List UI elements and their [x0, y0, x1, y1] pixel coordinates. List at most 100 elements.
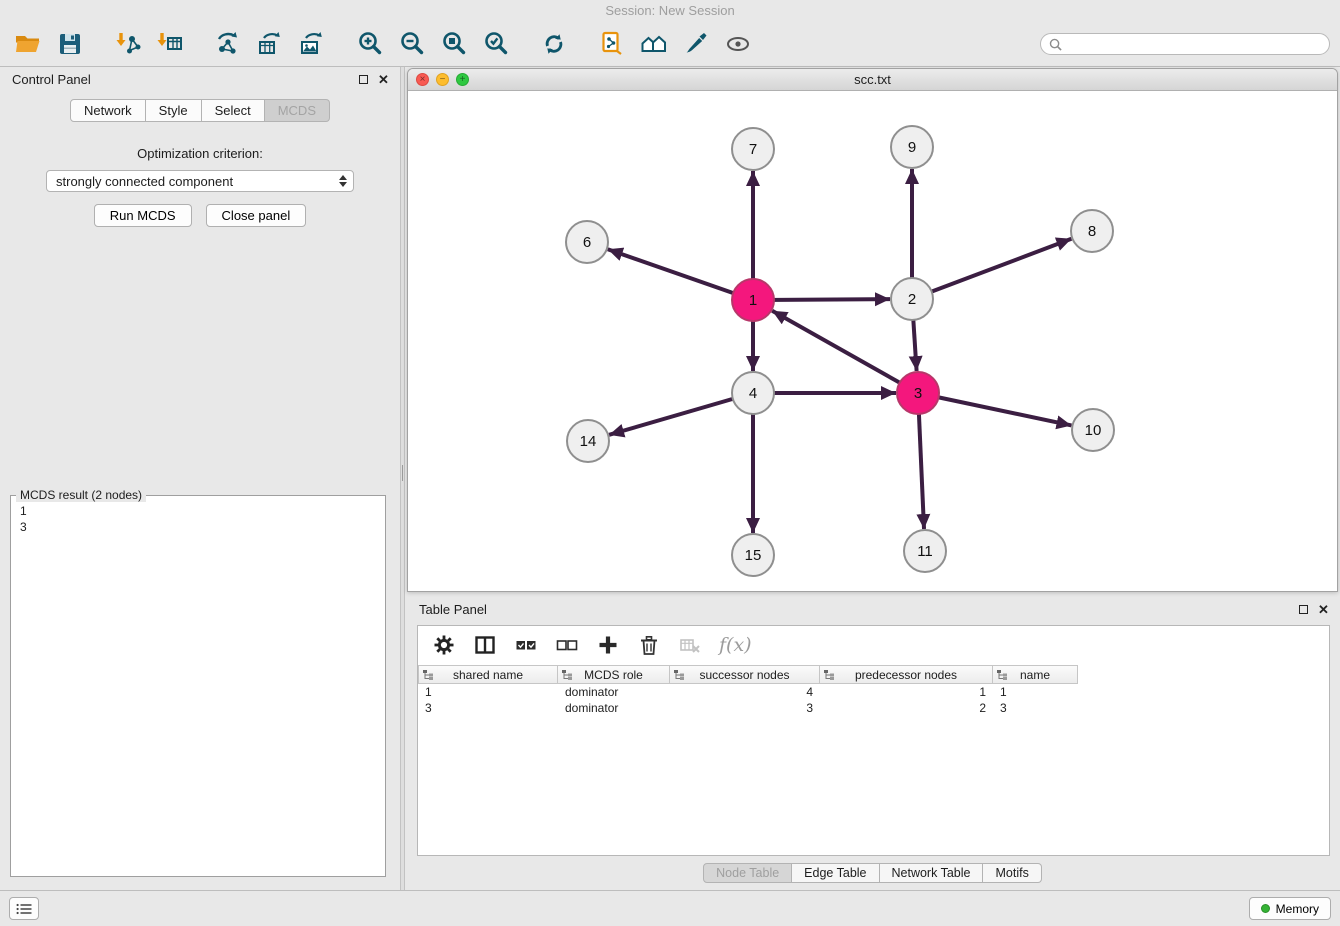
column-header-successor-nodes[interactable]: successor nodes — [670, 665, 820, 684]
window-controls: × − + — [416, 73, 469, 86]
graph-edge-3-1[interactable] — [772, 311, 918, 393]
window-titlebar: Session: New Session — [0, 0, 1340, 22]
memory-label: Memory — [1276, 902, 1319, 916]
export-image-icon — [298, 30, 326, 58]
graph-edge-1-6[interactable] — [608, 249, 753, 300]
column-header-predecessor-nodes[interactable]: predecessor nodes — [820, 665, 993, 684]
tab-motifs[interactable]: Motifs — [983, 863, 1041, 883]
control-panel-title: Control Panel — [12, 72, 91, 87]
memory-status-icon — [1261, 904, 1270, 913]
task-history-button[interactable] — [9, 897, 39, 920]
table-cell: 3 — [418, 701, 558, 715]
import-table-button[interactable] — [152, 27, 188, 61]
float-panel-icon[interactable] — [357, 73, 370, 86]
memory-button[interactable]: Memory — [1249, 897, 1331, 920]
tab-select[interactable]: Select — [202, 99, 265, 122]
application-window: Session: New Session — [0, 0, 1340, 926]
control-panel-tabs: Network Style Select MCDS — [0, 99, 400, 122]
delete-column-button[interactable] — [678, 633, 702, 657]
graph-node-label-4: 4 — [749, 385, 757, 402]
zoom-out-button[interactable] — [394, 27, 430, 61]
graph-edge-3-10[interactable] — [918, 393, 1071, 425]
minimize-window-icon[interactable]: − — [436, 73, 449, 86]
zoom-fit-button[interactable] — [436, 27, 472, 61]
optimization-criterion-label: Optimization criterion: — [0, 146, 400, 161]
mcds-buttons: Run MCDS Close panel — [0, 204, 400, 227]
mcds-result-title: MCDS result (2 nodes) — [16, 488, 146, 502]
search-input[interactable] — [1067, 37, 1321, 52]
table-rows: 1dominator4113dominator323 — [418, 684, 1329, 716]
tab-mcds[interactable]: MCDS — [265, 99, 330, 122]
graph-edge-4-14[interactable] — [609, 393, 753, 435]
eye-button[interactable] — [720, 27, 756, 61]
sort-icon — [674, 670, 684, 680]
graph-edge-2-8[interactable] — [912, 239, 1071, 299]
network-canvas[interactable]: 7968124314101511 — [408, 91, 1337, 591]
tab-network-table[interactable]: Network Table — [880, 863, 984, 883]
column-header-name[interactable]: name — [993, 665, 1078, 684]
delete-row-button[interactable] — [637, 633, 661, 657]
open-session-button[interactable] — [10, 27, 46, 61]
zoom-in-button[interactable] — [352, 27, 388, 61]
save-session-button[interactable] — [52, 27, 88, 61]
table-close-panel-icon[interactable]: ✕ — [1317, 603, 1330, 616]
table-row[interactable]: 1dominator411 — [418, 684, 1329, 700]
optimization-criterion-select[interactable]: strongly connected component — [46, 170, 354, 192]
zoom-selected-button[interactable] — [478, 27, 514, 61]
zoom-window-icon[interactable]: + — [456, 73, 469, 86]
table-panel-title: Table Panel — [419, 602, 487, 617]
table-cell: 1 — [820, 685, 993, 699]
run-mcds-button[interactable]: Run MCDS — [94, 204, 192, 227]
table-row[interactable]: 3dominator323 — [418, 700, 1329, 716]
table-cell: dominator — [558, 701, 670, 715]
export-image-button[interactable] — [294, 27, 330, 61]
table-tabs: Node Table Edge Table Network Table Moti… — [405, 863, 1340, 883]
node-table: shared name MCDS role successor nodes — [418, 665, 1329, 855]
import-network-button[interactable] — [110, 27, 146, 61]
refresh-layout-button[interactable] — [536, 27, 572, 61]
close-panel-icon[interactable]: ✕ — [377, 73, 390, 86]
network-snapshot-button[interactable] — [594, 27, 630, 61]
paint-style-button[interactable] — [678, 27, 714, 61]
network-window-title: scc.txt — [854, 72, 891, 87]
graph-node-label-15: 15 — [745, 547, 762, 564]
add-row-button[interactable] — [596, 633, 620, 657]
mcds-result-item: 1 — [20, 503, 376, 519]
graph-node-label-7: 7 — [749, 141, 757, 158]
control-panel: Control Panel ✕ Network Style Select MCD… — [0, 67, 400, 890]
graph-edges — [608, 169, 1072, 533]
table-panel: Table Panel ✕ — [405, 597, 1340, 890]
network-graph: 7968124314101511 — [408, 91, 1338, 592]
export-table-button[interactable] — [252, 27, 288, 61]
trash-icon — [638, 634, 660, 656]
column-header-mcds-role[interactable]: MCDS role — [558, 665, 670, 684]
unselect-all-button[interactable] — [555, 633, 579, 657]
select-all-icon — [515, 634, 537, 656]
tab-edge-table[interactable]: Edge Table — [792, 863, 879, 883]
tab-node-table[interactable]: Node Table — [703, 863, 792, 883]
mcds-result-item: 3 — [20, 519, 376, 535]
zoom-fit-icon — [440, 30, 468, 58]
table-float-panel-icon[interactable] — [1297, 603, 1310, 616]
column-header-shared-name[interactable]: shared name — [418, 665, 558, 684]
main-toolbar — [0, 22, 1340, 67]
tab-style[interactable]: Style — [146, 99, 202, 122]
zoom-selected-icon — [482, 30, 510, 58]
close-panel-button[interactable]: Close panel — [206, 204, 307, 227]
zoom-in-icon — [356, 30, 384, 58]
home-button[interactable] — [636, 27, 672, 61]
graph-node-label-3: 3 — [914, 385, 922, 402]
table-settings-button[interactable] — [432, 633, 456, 657]
tab-network[interactable]: Network — [70, 99, 146, 122]
table-toolbar: f(x) — [418, 626, 1329, 664]
select-all-button[interactable] — [514, 633, 538, 657]
save-icon — [56, 30, 84, 58]
add-icon — [597, 634, 619, 656]
paint-style-icon — [682, 30, 710, 58]
close-window-icon[interactable]: × — [416, 73, 429, 86]
function-builder-button[interactable]: f(x) — [719, 634, 752, 656]
sort-icon — [423, 670, 433, 680]
table-cell: dominator — [558, 685, 670, 699]
split-panel-button[interactable] — [473, 633, 497, 657]
export-network-button[interactable] — [210, 27, 246, 61]
